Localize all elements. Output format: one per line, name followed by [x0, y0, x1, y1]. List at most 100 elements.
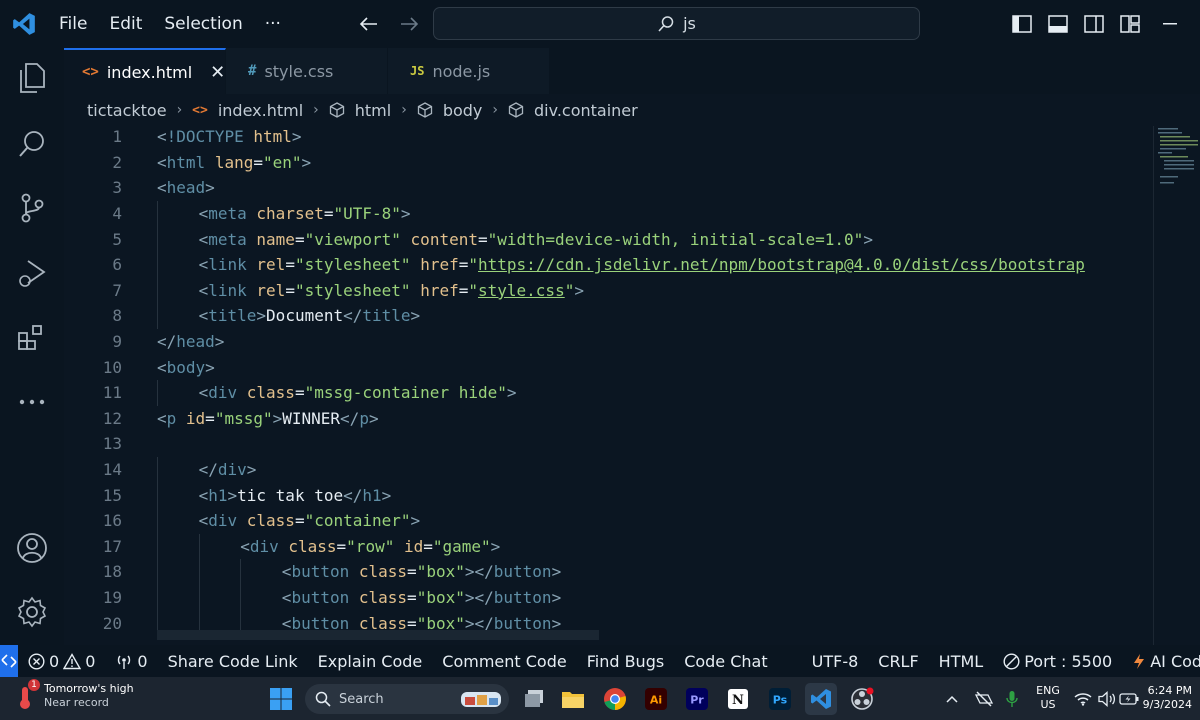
file-explorer-icon[interactable] [557, 683, 589, 715]
breadcrumb-file[interactable]: index.html [218, 101, 303, 120]
input-language-indicator[interactable]: ENG US [1034, 684, 1062, 712]
breadcrumb-folder[interactable]: tictacktoe [87, 101, 167, 120]
volume-icon[interactable] [1096, 683, 1118, 715]
breadcrumb-body[interactable]: body [443, 101, 483, 120]
tab-node-js[interactable]: JS node.js [388, 48, 550, 94]
more-views-icon[interactable] [12, 382, 52, 422]
code-token: > [551, 562, 562, 582]
notion-icon[interactable]: N [722, 683, 754, 715]
ports-indicator[interactable]: 0 [105, 652, 157, 671]
network-off-icon[interactable] [972, 683, 996, 715]
menu-edit[interactable]: Edit [98, 0, 153, 48]
search-icon [315, 691, 331, 707]
code-token: > [246, 460, 257, 480]
extensions-icon[interactable] [12, 318, 52, 358]
code-line[interactable]: 10 <body> [64, 354, 1154, 380]
toggle-secondary-sidebar-icon[interactable] [1080, 8, 1108, 40]
code-line[interactable]: 6 <link rel="stylesheet" href="https://cd… [64, 252, 1154, 278]
toggle-primary-sidebar-icon[interactable] [1008, 8, 1036, 40]
lightning-icon [1134, 653, 1145, 669]
code-line[interactable]: 14 </div> [64, 457, 1154, 483]
code-line[interactable]: 7 <link rel="stylesheet" href="style.css"… [64, 278, 1154, 304]
windows-start-icon[interactable] [265, 683, 297, 715]
code-line[interactable]: 15 <h1>tic tak toe</h1> [64, 482, 1154, 508]
tab-index-html[interactable]: <> index.html ✕ [64, 48, 226, 94]
premiere-pro-icon[interactable]: Pr [681, 683, 713, 715]
comment-code-button[interactable]: Comment Code [432, 652, 576, 671]
code-line[interactable]: 1 <!DOCTYPE html> [64, 126, 1154, 150]
illustrator-icon[interactable]: Ai [640, 683, 672, 715]
back-arrow-icon[interactable] [355, 8, 383, 40]
code-line[interactable]: 16 <div class="container"> [64, 508, 1154, 534]
chrome-icon[interactable] [599, 683, 631, 715]
code-token: div [208, 511, 247, 531]
code-line[interactable]: 19 <button class="box"></button> [64, 585, 1154, 611]
code-line[interactable]: 5 <meta name="viewport" content="width=de… [64, 226, 1154, 252]
code-line[interactable]: 9 </head> [64, 329, 1154, 355]
code-line[interactable]: 13 [64, 431, 1154, 457]
battery-charging-icon[interactable] [1118, 683, 1140, 715]
accounts-icon[interactable] [12, 528, 52, 568]
menu-file[interactable]: File [48, 0, 98, 48]
code-token: !DOCTYPE [166, 127, 254, 147]
menu-selection[interactable]: Selection [153, 0, 253, 48]
code-text: </div> [199, 460, 257, 479]
source-control-icon[interactable] [12, 188, 52, 228]
code-line[interactable]: 4 <meta charset="UTF-8"> [64, 201, 1154, 227]
code-line[interactable]: 2 <html lang="en"> [64, 150, 1154, 176]
obs-recorder-icon[interactable] [846, 683, 878, 715]
wifi-icon[interactable] [1072, 683, 1094, 715]
task-view-icon[interactable] [518, 683, 550, 715]
menu-more[interactable]: ··· [254, 0, 292, 48]
remote-indicator-icon[interactable] [0, 645, 18, 677]
run-debug-icon[interactable] [12, 253, 52, 293]
tab-style-css[interactable]: # style.css [226, 48, 388, 94]
microphone-icon[interactable] [1002, 683, 1022, 715]
code-line[interactable]: 8 <title>Document</title> [64, 303, 1154, 329]
status-bar: 0 0 0 Share Code Link Explain Code Comme… [0, 645, 1200, 677]
live-server-port[interactable]: Port : 5500 [993, 652, 1122, 671]
code-line[interactable]: 17 <div class="row" id="game"> [64, 534, 1154, 560]
line-number: 16 [102, 511, 122, 531]
code-editor[interactable]: 1 <!DOCTYPE html> 2 <html lang="en"> 3 <head>… [64, 126, 1154, 645]
minimap[interactable] [1156, 126, 1200, 196]
code-line[interactable]: 3 <head> [64, 175, 1154, 201]
line-number: 18 [102, 562, 122, 582]
code-token: < [157, 357, 167, 377]
system-clock[interactable]: 6:24 PM 9/3/2024 [1140, 684, 1192, 712]
clock-time: 6:24 PM [1147, 684, 1192, 697]
region-code: US [1040, 698, 1056, 711]
customize-layout-icon[interactable] [1116, 8, 1144, 40]
code-line[interactable]: 12 <p id="mssg">WINNER</p> [64, 406, 1154, 432]
find-bugs-button[interactable]: Find Bugs [577, 652, 674, 671]
toggle-panel-icon[interactable] [1044, 8, 1072, 40]
code-token: < [198, 306, 209, 326]
code-line[interactable]: 18 <button class="box"></button> [64, 559, 1154, 585]
share-code-link-button[interactable]: Share Code Link [158, 652, 308, 671]
indent-guide [198, 533, 200, 560]
code-line[interactable]: 11 <div class="mssg-container hide"> [64, 380, 1154, 406]
taskbar-search-placeholder: Search [339, 691, 384, 707]
encoding-indicator[interactable]: UTF-8 [802, 652, 869, 671]
forward-arrow-icon[interactable] [395, 8, 423, 40]
close-icon[interactable]: ✕ [210, 62, 225, 83]
problems-indicator[interactable]: 0 0 [18, 652, 105, 671]
eol-indicator[interactable]: CRLF [868, 652, 928, 671]
code-chat-button[interactable]: Code Chat [674, 652, 777, 671]
search-sidebar-icon[interactable] [12, 124, 52, 164]
taskbar-search-box[interactable]: Search [305, 684, 509, 714]
horizontal-scrollbar[interactable] [157, 630, 599, 640]
chevron-up-icon[interactable] [942, 683, 962, 715]
explorer-icon[interactable] [12, 58, 52, 98]
ai-code-chat-button[interactable]: AI Code Ch [1122, 652, 1200, 671]
breadcrumb-html[interactable]: html [355, 101, 391, 120]
minimize-window-icon[interactable] [1150, 8, 1190, 40]
command-center-search[interactable]: js [433, 7, 920, 40]
language-mode-indicator[interactable]: HTML [929, 652, 994, 671]
explain-code-button[interactable]: Explain Code [308, 652, 433, 671]
vscode-taskbar-icon[interactable] [805, 683, 837, 715]
breadcrumb-container[interactable]: div.container [534, 101, 638, 120]
weather-widget[interactable]: 1 Tomorrow's high Near record [14, 679, 134, 711]
settings-gear-icon[interactable] [12, 592, 52, 632]
photoshop-icon[interactable]: Ps [764, 683, 796, 715]
